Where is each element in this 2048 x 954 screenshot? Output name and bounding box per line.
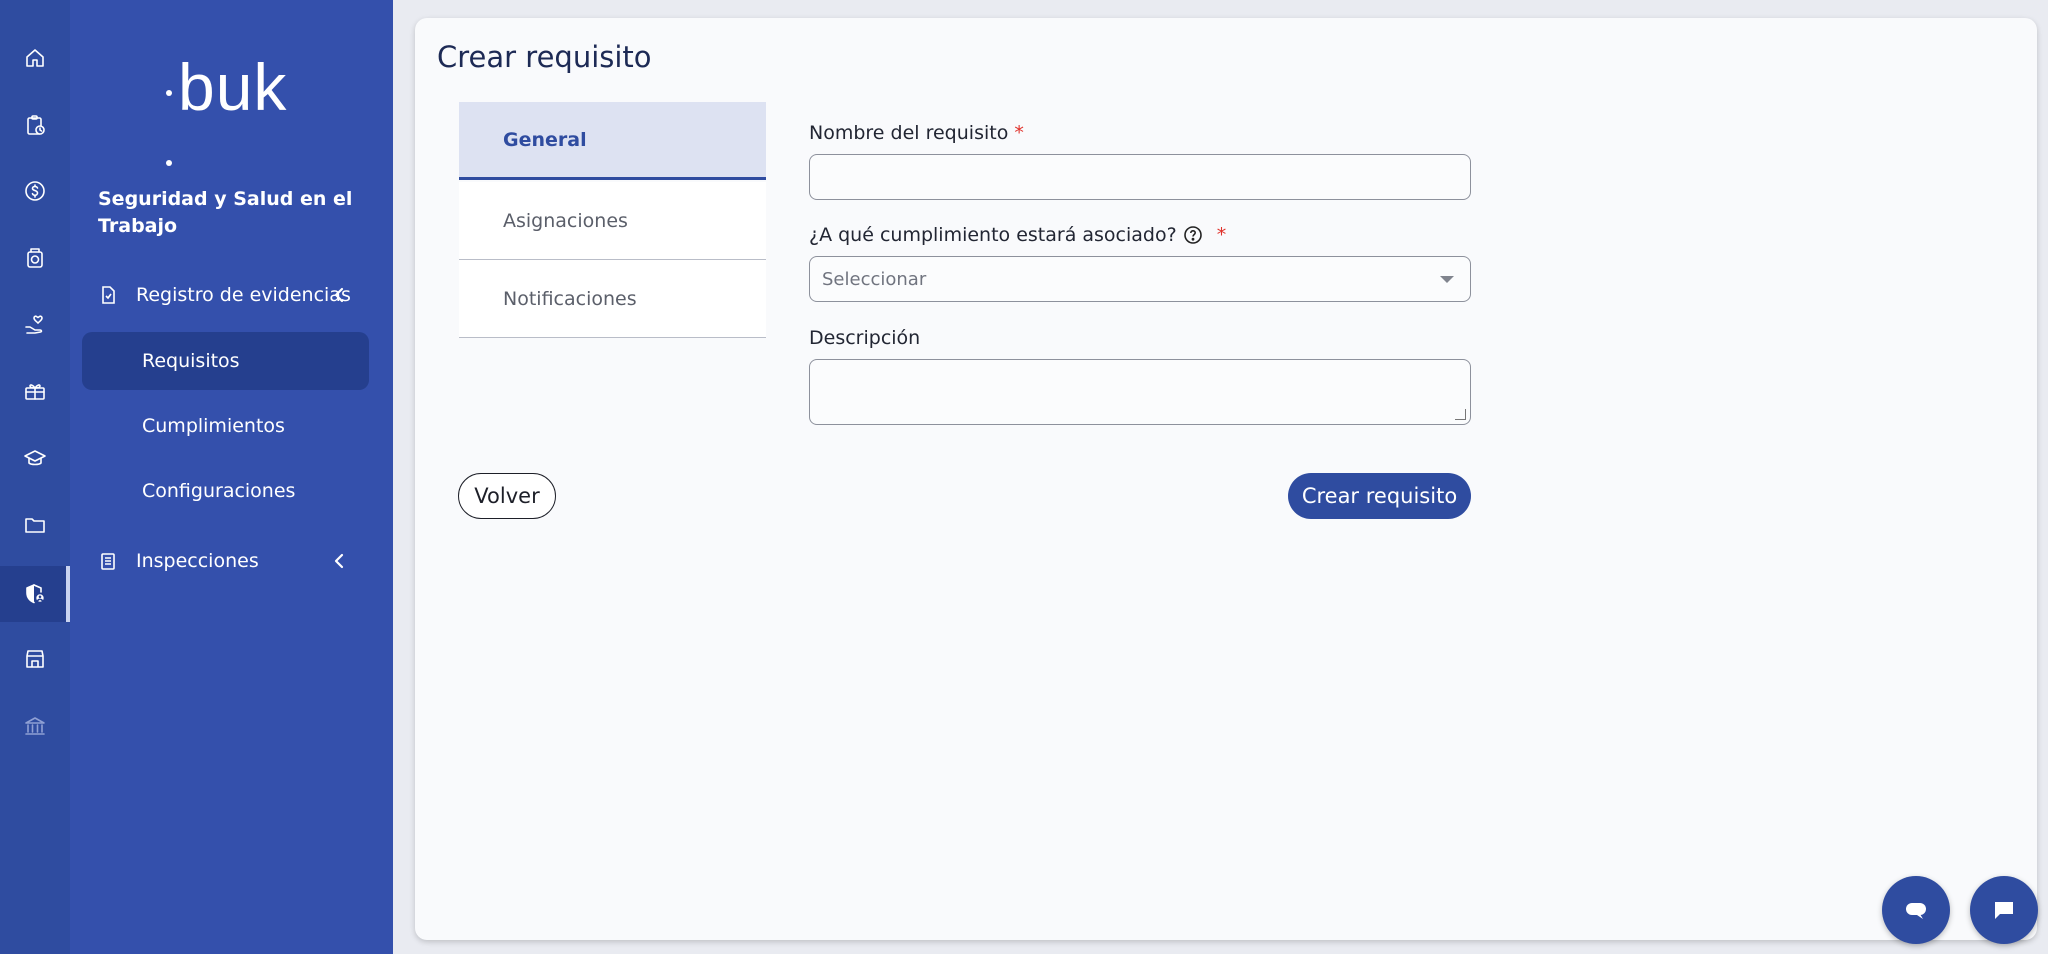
nav-group-registro-evidencias[interactable]: Registro de evidencias (98, 277, 368, 313)
graduation-cap-icon[interactable] (0, 433, 70, 483)
clipboard-clock-icon[interactable] (0, 100, 70, 150)
required-marker: * (1014, 122, 1024, 144)
label-text: ¿A qué cumplimiento estará asociado? (809, 224, 1177, 246)
nav-group-inspecciones[interactable]: Inspecciones (98, 543, 368, 579)
compliance-field-label: ¿A qué cumplimiento estará asociado? * (809, 224, 1226, 246)
wallet-icon[interactable] (0, 233, 70, 283)
caret-down-icon (1440, 276, 1454, 283)
label-text: Descripción (809, 327, 921, 349)
sidebar-item-configuraciones[interactable]: Configuraciones (82, 462, 369, 520)
clipboard-list-icon (98, 551, 118, 571)
nav-group-label: Inspecciones (136, 550, 259, 572)
chat-bubble-button[interactable] (1882, 876, 1950, 944)
tab-general[interactable]: General (459, 102, 766, 180)
resize-handle[interactable] (1455, 409, 1466, 420)
compliance-select[interactable]: Seleccionar (809, 256, 1471, 302)
module-title: Seguridad y Salud en el Trabajo (98, 188, 353, 237)
shield-user-icon[interactable] (0, 566, 70, 622)
description-textarea[interactable] (809, 359, 1471, 425)
description-field-label: Descripción (809, 327, 920, 349)
label-text: Nombre del requisito (809, 122, 1009, 144)
nav-group-label: Registro de evidencias (136, 284, 351, 306)
document-check-icon (98, 285, 118, 305)
page-title: Crear requisito (437, 40, 652, 74)
select-placeholder: Seleccionar (822, 268, 927, 290)
message-icon (1995, 902, 2013, 919)
gift-icon[interactable] (0, 366, 70, 416)
back-button[interactable]: Volver (458, 473, 556, 519)
chevron-left-icon[interactable] (330, 285, 350, 305)
sidebar-item-requisitos[interactable]: Requisitos (82, 332, 369, 390)
dollar-icon[interactable] (0, 166, 70, 216)
help-circle-icon[interactable] (1183, 225, 1203, 245)
folder-icon[interactable] (0, 500, 70, 550)
form-tabs: General Asignaciones Notificaciones (459, 102, 766, 340)
main-content: Crear requisito General Asignaciones Not… (415, 18, 2037, 940)
hand-heart-icon[interactable] (0, 300, 70, 350)
required-marker: * (1216, 224, 1227, 246)
buk-logo[interactable]: buk (160, 52, 300, 166)
sidebar: buk Seguridad y Salud en el Trabajo Regi… (70, 0, 393, 954)
tab-notificaciones[interactable]: Notificaciones (459, 260, 766, 338)
message-button[interactable] (1970, 876, 2038, 944)
store-icon[interactable] (0, 634, 70, 684)
home-icon[interactable] (0, 33, 70, 83)
requirement-name-input[interactable] (809, 154, 1471, 200)
icon-rail (0, 0, 70, 954)
bank-icon[interactable] (0, 701, 70, 751)
name-field-label: Nombre del requisito * (809, 122, 1024, 144)
create-requirement-button[interactable]: Crear requisito (1288, 473, 1471, 519)
chevron-left-icon[interactable] (330, 551, 350, 571)
chat-bubble-icon (1906, 903, 1926, 919)
tab-asignaciones[interactable]: Asignaciones (459, 182, 766, 260)
sidebar-item-cumplimientos[interactable]: Cumplimientos (82, 397, 369, 455)
